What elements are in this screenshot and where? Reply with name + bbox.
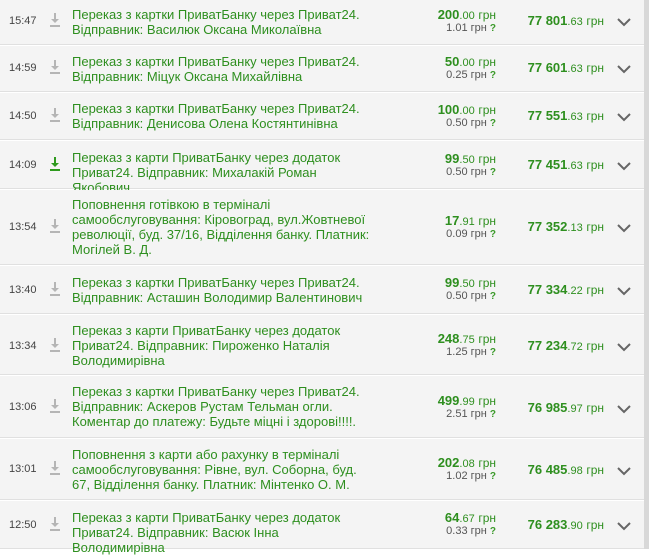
transaction-description: Переказ з картки ПриватБанку через Прива…	[72, 275, 363, 305]
fee-value: 0.09 грн	[446, 228, 487, 240]
transaction-description: Переказ з картки ПриватБанку через Прива…	[72, 384, 360, 429]
transaction-time: 13:06	[9, 401, 37, 413]
download-icon[interactable]	[49, 398, 61, 414]
transaction-row[interactable]: 12:50 Переказ з карти ПриватБанку через …	[0, 501, 644, 555]
chevron-down-icon[interactable]	[617, 161, 631, 171]
transaction-time: 13:34	[9, 340, 37, 352]
download-icon[interactable]	[49, 107, 61, 123]
transaction-amount: 100.00 грн 0.50 грн ?	[437, 102, 496, 129]
transaction-row[interactable]: 13:06 Переказ з картки ПриватБанку через…	[0, 376, 644, 438]
transaction-row[interactable]: 13:01 Поповнення з карти або рахунку в т…	[0, 439, 644, 500]
fee-value: 1.25 грн	[446, 346, 487, 358]
transaction-time: 15:47	[9, 15, 37, 27]
download-icon[interactable]	[49, 156, 61, 172]
fee-value: 1.02 грн	[446, 470, 487, 482]
transaction-row[interactable]: 13:34 Переказ з карти ПриватБанку через …	[0, 315, 644, 375]
chevron-down-icon[interactable]	[617, 286, 631, 296]
transaction-row[interactable]: 15:47 Переказ з картки ПриватБанку через…	[0, 0, 644, 45]
fee-value: 2.51 грн	[446, 408, 487, 420]
chevron-down-icon[interactable]	[617, 112, 631, 122]
fee-value: 0.33 грн	[446, 525, 487, 537]
transaction-time: 14:50	[9, 110, 37, 122]
transaction-amount: 99.50 грн 0.50 грн ?	[444, 275, 496, 302]
transaction-amount: 17.91 грн 0.09 грн ?	[444, 213, 496, 240]
transaction-balance: 77 551.63 грн	[527, 108, 604, 123]
transaction-balance: 77 352.13 грн	[527, 219, 604, 234]
transaction-time: 13:54	[9, 221, 37, 233]
transaction-time: 13:40	[9, 284, 37, 296]
transaction-row[interactable]: 13:54 Поповнення готівкою в терміналі са…	[0, 190, 644, 265]
transaction-description: Переказ з карти ПриватБанку через додато…	[72, 510, 341, 555]
transaction-balance: 76 283.90 грн	[527, 517, 604, 532]
transaction-balance: 77 334.22 грн	[527, 282, 604, 297]
transaction-amount: 200.00 грн 1.01 грн ?	[437, 7, 496, 34]
transaction-description: Переказ з картки ПриватБанку через Прива…	[72, 7, 360, 37]
transaction-description: Поповнення готівкою в терміналі самообсл…	[72, 197, 370, 257]
transaction-description: Переказ з карти ПриватБанку через додато…	[72, 150, 341, 195]
transaction-amount: 202.08 грн 1.02 грн ?	[437, 455, 496, 482]
transaction-row[interactable]: 13:40 Переказ з картки ПриватБанку через…	[0, 266, 644, 314]
fee-value: 0.50 грн	[446, 166, 487, 178]
transaction-time: 14:59	[9, 62, 37, 74]
transaction-balance: 77 601.63 грн	[527, 60, 604, 75]
transaction-amount: 64.67 грн 0.33 грн ?	[444, 510, 496, 537]
transaction-row[interactable]: 14:59 Переказ з картки ПриватБанку через…	[0, 46, 644, 92]
download-icon[interactable]	[49, 218, 61, 234]
transaction-balance: 77 234.72 грн	[527, 338, 604, 353]
fee-value: 1.01 грн	[446, 22, 487, 34]
transaction-amount: 499.99 грн 2.51 грн ?	[437, 393, 496, 420]
scrollbar[interactable]	[644, 0, 649, 549]
download-icon[interactable]	[49, 12, 61, 28]
chevron-down-icon[interactable]	[617, 223, 631, 233]
fee-value: 0.50 грн	[446, 290, 487, 302]
chevron-down-icon[interactable]	[617, 466, 631, 476]
transaction-amount: 50.00 грн 0.25 грн ?	[444, 54, 496, 81]
transaction-balance: 76 485.98 грн	[527, 462, 604, 477]
fee-value: 0.25 грн	[446, 69, 487, 81]
transaction-description: Переказ з картки ПриватБанку через Прива…	[72, 54, 360, 84]
transaction-row[interactable]: 14:50 Переказ з картки ПриватБанку через…	[0, 93, 644, 140]
transaction-description: Поповнення з карти або рахунку в терміна…	[72, 447, 357, 492]
transaction-time: 13:01	[9, 463, 37, 475]
chevron-down-icon[interactable]	[617, 521, 631, 531]
download-icon[interactable]	[49, 516, 61, 532]
chevron-down-icon[interactable]	[617, 17, 631, 27]
chevron-down-icon[interactable]	[617, 64, 631, 74]
transaction-time: 14:09	[9, 159, 37, 171]
transaction-amount: 248.75 грн 1.25 грн ?	[437, 331, 496, 358]
transaction-balance: 76 985.97 грн	[527, 400, 604, 415]
transaction-row[interactable]: 14:09 Переказ з карти ПриватБанку через …	[0, 141, 644, 195]
download-icon[interactable]	[49, 59, 61, 75]
transaction-description: Переказ з картки ПриватБанку через Прива…	[72, 101, 360, 131]
fee-value: 0.50 грн	[446, 117, 487, 129]
chevron-down-icon[interactable]	[617, 404, 631, 414]
transaction-balance: 77 801.63 грн	[527, 13, 604, 28]
transaction-time: 12:50	[9, 519, 37, 531]
download-icon[interactable]	[49, 281, 61, 297]
chevron-down-icon[interactable]	[617, 342, 631, 352]
download-icon[interactable]	[49, 337, 61, 353]
transaction-balance: 77 451.63 грн	[527, 157, 604, 172]
transaction-description: Переказ з карти ПриватБанку через додато…	[72, 323, 341, 368]
download-icon[interactable]	[49, 460, 61, 476]
transaction-amount: 99.50 грн 0.50 грн ?	[444, 151, 496, 178]
